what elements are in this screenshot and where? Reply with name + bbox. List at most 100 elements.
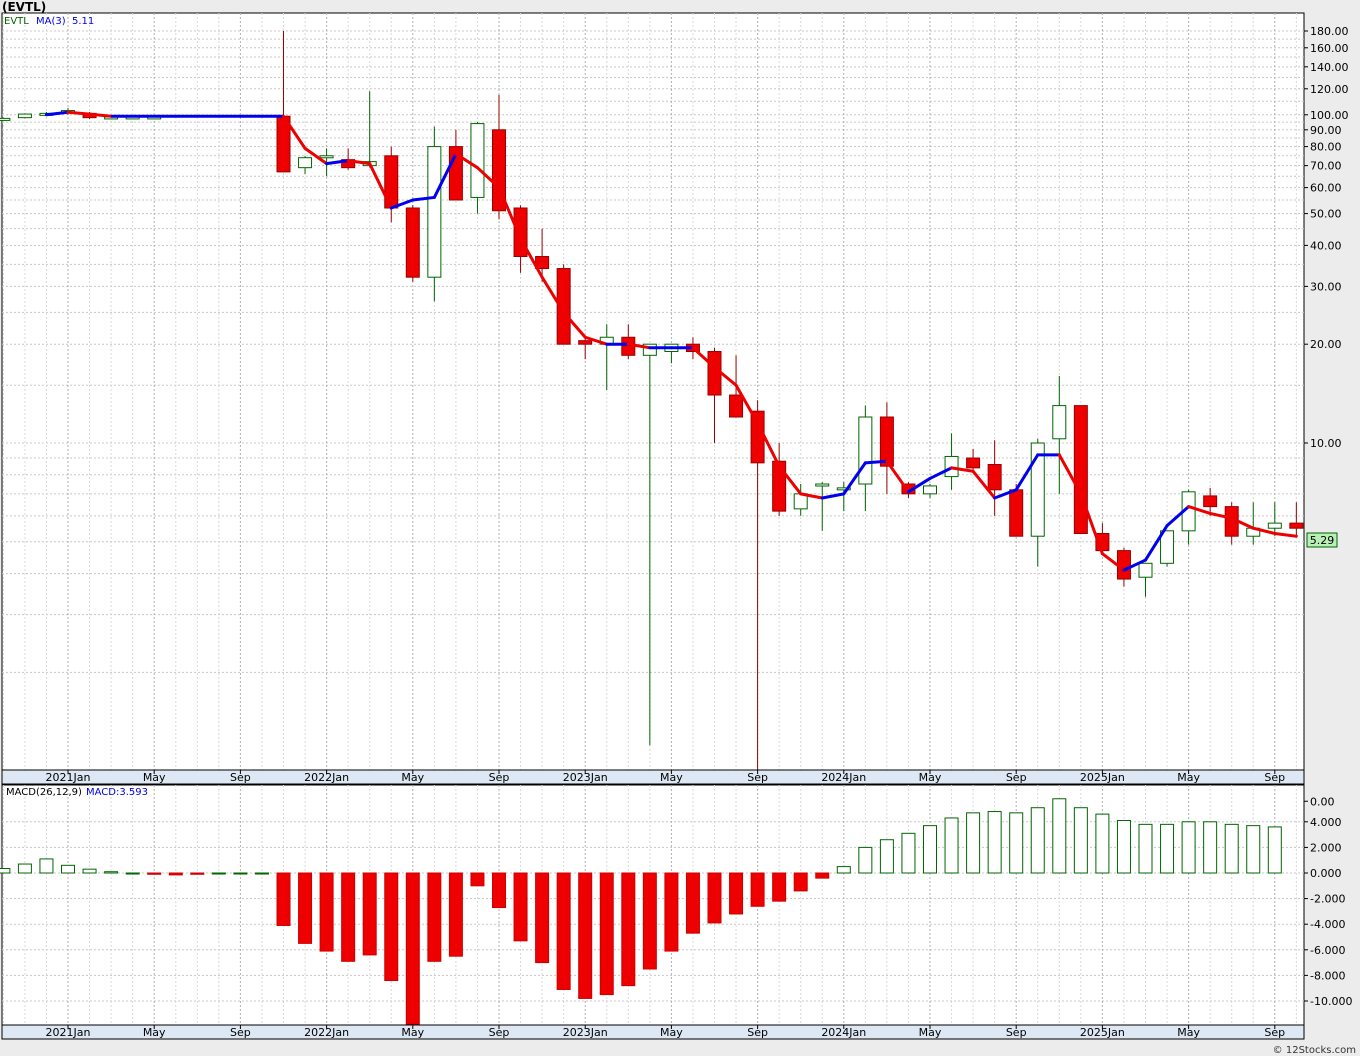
macd-bar xyxy=(1030,807,1045,874)
candle-body xyxy=(923,485,937,495)
price-x-axis: 2021Jan May Sep 2022Jan May Sep 2023Jan May Sep 2… xyxy=(1,769,1305,785)
macd-bar xyxy=(384,872,399,982)
macd-x-axis: 2021Jan May Sep 2022Jan May Sep 2023Jan May Sep 2… xyxy=(1,1024,1305,1040)
price-y-tick-label: 60.00 xyxy=(1310,182,1342,195)
last-price-label: 5.29 xyxy=(1310,534,1335,547)
macd-x-axis-tick-label: 2024Jan xyxy=(821,1026,866,1039)
macd-bar xyxy=(966,812,981,874)
stock-chart: 180.00 160.00 140.00 120.00 100.00 90.00 80.00… xyxy=(0,12,1352,1040)
macd-bar xyxy=(535,872,550,964)
candle-body xyxy=(1203,495,1218,508)
macd-bar xyxy=(815,872,830,879)
macd-y-axis: 4.000 2.000 0.000 -2.000 -4.000 -6.000 -8.000 -… xyxy=(1304,816,1352,1008)
macd-bar xyxy=(427,872,442,962)
macd-bar xyxy=(341,872,356,962)
price-y-tick-label: 160.00 xyxy=(1310,42,1349,55)
price-x-axis-tick-label: 2023Jan xyxy=(563,771,608,784)
price-x-axis-tick-label: Sep xyxy=(489,771,510,784)
price-x-axis-tick-label: 2025Jan xyxy=(1080,771,1125,784)
price-y-tick-label: 100.00 xyxy=(1310,109,1349,122)
price-x-axis-tick-label: May xyxy=(143,771,166,784)
macd-x-axis-tick-label: Sep xyxy=(489,1026,510,1039)
macd-value: MACD:3.593 xyxy=(86,787,148,798)
macd-bar xyxy=(319,872,334,952)
ma-segment xyxy=(863,459,889,465)
macd-y-tick-label: -2.000 xyxy=(1310,893,1345,906)
candle-body xyxy=(707,351,722,396)
price-x-axis-tick-label: Sep xyxy=(1006,771,1027,784)
price-y-tick-label: 180.00 xyxy=(1310,25,1349,38)
macd-bar xyxy=(556,872,571,990)
candle-body xyxy=(729,394,744,418)
macd-bar xyxy=(254,872,269,875)
macd-bar xyxy=(642,872,657,970)
candle-body xyxy=(427,146,442,278)
footer-credit: © 12Stocks.com xyxy=(1272,1045,1356,1056)
price-y-tick-label: 120.00 xyxy=(1310,83,1349,96)
price-y-tick-label: 30.00 xyxy=(1310,280,1342,293)
price-x-axis-tick-label: 2024Jan xyxy=(821,771,866,784)
price-x-axis-tick-label: 2022Jan xyxy=(304,771,349,784)
candle-body xyxy=(405,207,420,278)
macd-bar xyxy=(125,872,140,875)
macd-bar xyxy=(211,872,226,875)
candle-body xyxy=(470,123,485,198)
macd-panel: 4.000 2.000 0.000 -2.000 -4.000 -6.000 -8.000 -… xyxy=(0,784,1352,1026)
macd-y-tick-label: -4.000 xyxy=(1310,918,1345,931)
candle-body xyxy=(319,155,334,159)
candle-body xyxy=(879,416,894,467)
macd-bar xyxy=(1267,826,1282,874)
macd-x-axis-tick-label: Sep xyxy=(747,1026,768,1039)
macd-bar xyxy=(298,872,313,944)
macd-bar xyxy=(168,872,183,876)
price-x-axis-tick-label: Sep xyxy=(747,771,768,784)
macd-bar xyxy=(836,866,851,874)
macd-bar xyxy=(599,872,614,996)
price-y-tick-label: 0.00 xyxy=(1310,795,1335,808)
macd-bar xyxy=(879,839,894,874)
ma-label: MA(3) xyxy=(36,16,66,27)
macd-x-axis-tick-label: 2023Jan xyxy=(563,1026,608,1039)
macd-bar xyxy=(147,872,162,875)
macd-bar xyxy=(944,817,959,874)
macd-x-axis-tick-label: Sep xyxy=(230,1026,251,1039)
macd-x-axis-tick-label: 2025Jan xyxy=(1080,1026,1125,1039)
macd-bar xyxy=(233,872,248,875)
price-y-tick-label: 50.00 xyxy=(1310,208,1342,221)
macd-bar xyxy=(729,872,744,915)
macd-bar xyxy=(750,872,765,907)
price-y-tick-label: 140.00 xyxy=(1310,61,1349,74)
macd-bar xyxy=(772,872,787,902)
macd-bar xyxy=(104,871,119,874)
macd-bar xyxy=(405,872,420,1025)
candle-body xyxy=(1073,405,1088,534)
candle-body xyxy=(578,340,593,345)
price-x-axis-tick-label: May xyxy=(1177,771,1200,784)
price-y-tick-label: 10.00 xyxy=(1310,437,1342,450)
candle-body xyxy=(966,457,981,469)
price-x-axis-tick-label: Sep xyxy=(230,771,251,784)
macd-bar xyxy=(1116,820,1131,874)
candle-body xyxy=(298,157,313,169)
price-x-axis-tick-label: May xyxy=(919,771,942,784)
macd-y-tick-label: 2.000 xyxy=(1310,841,1342,854)
price-y-tick-label: 70.00 xyxy=(1310,160,1342,173)
price-y-tick-label: 40.00 xyxy=(1310,239,1342,252)
macd-bar xyxy=(1052,798,1067,874)
macd-x-axis-tick-label: May xyxy=(1177,1026,1200,1039)
macd-bar xyxy=(1203,821,1218,874)
macd-bar xyxy=(858,846,873,874)
macd-bar xyxy=(1095,813,1110,874)
candle-body xyxy=(1052,405,1067,440)
macd-bar xyxy=(0,868,11,874)
macd-bar xyxy=(664,872,679,952)
ma-value: 5.11 xyxy=(72,16,94,27)
macd-bar xyxy=(470,872,485,887)
macd-bar xyxy=(17,863,32,874)
macd-x-axis-tick-label: May xyxy=(401,1026,424,1039)
macd-x-axis-tick-label: May xyxy=(660,1026,683,1039)
macd-bar xyxy=(1009,812,1024,874)
macd-y-tick-label: -6.000 xyxy=(1310,944,1345,957)
macd-x-axis-tick-label: Sep xyxy=(1264,1026,1285,1039)
macd-bar xyxy=(987,811,1002,874)
